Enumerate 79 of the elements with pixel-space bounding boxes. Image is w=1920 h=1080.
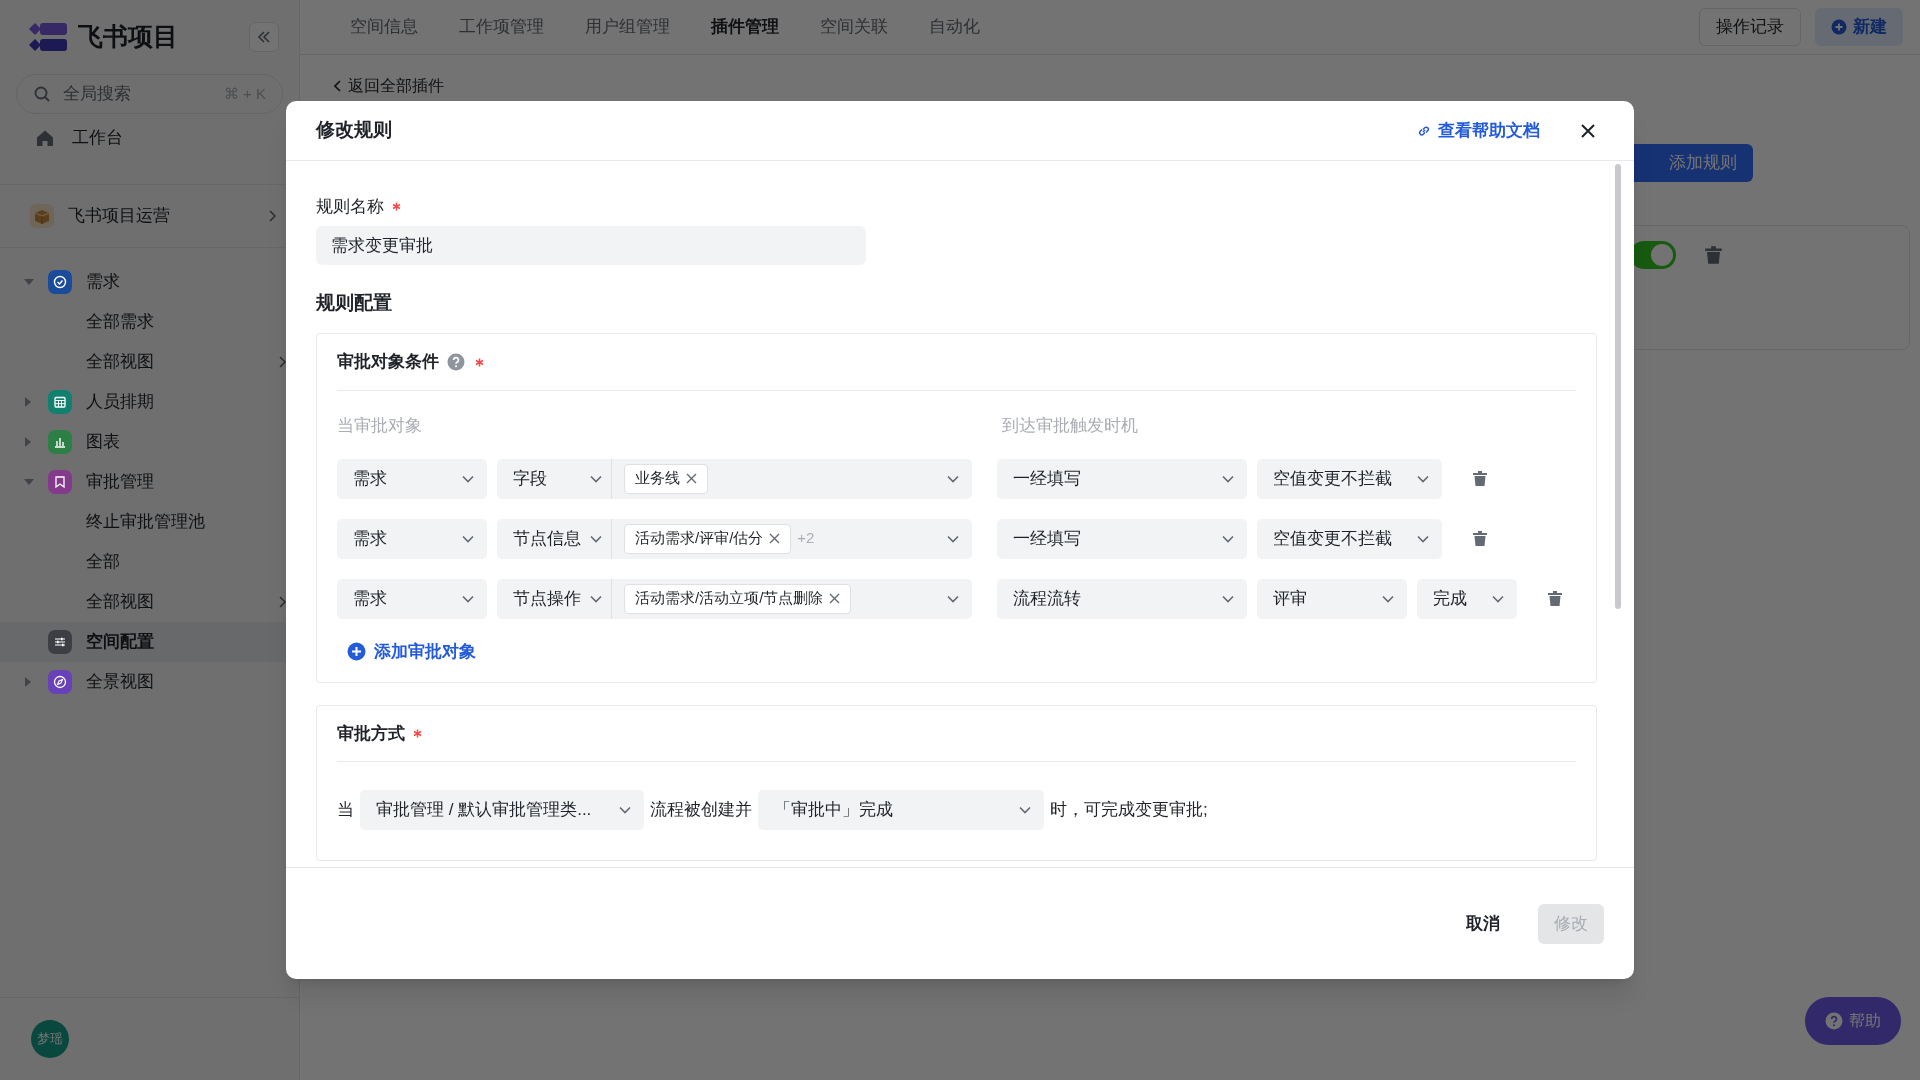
link-icon	[1417, 123, 1431, 138]
sidebar-item[interactable]: 需求	[0, 262, 299, 302]
object-dropdown[interactable]: 需求	[337, 518, 487, 559]
new-button[interactable]: 新建	[1815, 8, 1903, 46]
required-mark	[413, 729, 422, 738]
back-link[interactable]: 返回全部插件	[334, 74, 444, 98]
sidebar-item[interactable]: 全景视图	[0, 662, 299, 702]
history-button[interactable]: 操作记录	[1699, 8, 1801, 46]
trigger-dropdown[interactable]: 一经填写	[997, 518, 1247, 559]
home-icon	[36, 129, 54, 147]
condition-dropdown[interactable]: 节点操作 活动需求/活动立项/节点删除	[497, 578, 972, 619]
remove-icon[interactable]	[829, 593, 841, 604]
sidebar-subitem[interactable]: 全部视图	[0, 582, 299, 622]
sidebar-item[interactable]: 审批管理	[0, 462, 299, 502]
tag: 活动需求/活动立项/节点删除	[624, 583, 852, 614]
user-avatar[interactable]: 梦瑶	[31, 1020, 69, 1058]
help-icon	[1825, 1012, 1843, 1030]
top-tab[interactable]: 用户组管理	[585, 14, 670, 40]
object-dropdown[interactable]: 需求	[337, 578, 487, 619]
trigger-dropdown[interactable]: 流程流转	[997, 578, 1247, 619]
trigger-dropdown[interactable]: 空值变更不拦截	[1257, 458, 1442, 499]
help-button[interactable]: 帮助	[1805, 997, 1901, 1045]
trash-icon[interactable]	[1547, 590, 1563, 607]
trash-icon[interactable]	[1472, 470, 1488, 487]
required-mark	[475, 357, 484, 367]
object-dropdown[interactable]: 需求	[337, 458, 487, 499]
top-tab[interactable]: 工作项管理	[459, 14, 544, 40]
remove-icon[interactable]	[769, 533, 781, 544]
chevron-right-icon	[267, 209, 277, 223]
sentence-text: 时，可完成变更审批;	[1050, 799, 1208, 822]
trigger-dropdown[interactable]: 完成	[1417, 578, 1517, 619]
condition-dropdown[interactable]: 字段 业务线	[497, 458, 972, 499]
trash-icon[interactable]	[1472, 530, 1488, 547]
tag: 活动需求/评审/估分	[624, 523, 792, 554]
help-icon[interactable]	[447, 353, 465, 371]
section-title: 规则配置	[316, 290, 393, 315]
rule-name-field[interactable]: 需求变更审批	[316, 225, 866, 265]
trash-icon[interactable]	[1704, 245, 1723, 265]
condition-dropdown[interactable]: 节点信息 活动需求/评审/估分 +2	[497, 518, 972, 559]
tag: 业务线	[624, 463, 708, 494]
add-object-button[interactable]: 添加审批对象	[347, 638, 476, 664]
close-icon[interactable]	[1580, 122, 1596, 139]
top-tab[interactable]: 空间关联	[820, 14, 888, 40]
search-icon	[33, 85, 51, 103]
sentence-text: 流程被创建并	[650, 799, 752, 822]
workflow-dropdown[interactable]: 审批管理 / 默认审批管理类...	[360, 790, 644, 830]
panel-title: 审批方式	[337, 722, 405, 745]
column-header: 到达审批触发时机	[1002, 415, 1138, 437]
chevron-left-icon	[334, 80, 342, 92]
collapse-button[interactable]	[249, 22, 279, 52]
trigger-dropdown[interactable]: 评审	[1257, 578, 1407, 619]
plus-icon	[1831, 19, 1847, 35]
cancel-button[interactable]: 取消	[1448, 903, 1518, 944]
dialog-title: 修改规则	[316, 118, 392, 143]
top-tab[interactable]: 插件管理	[711, 14, 779, 40]
top-tab[interactable]: 自动化	[929, 14, 980, 40]
required-mark	[392, 202, 401, 212]
space-icon	[30, 204, 54, 228]
panel-title: 审批对象条件	[337, 351, 439, 374]
sidebar-subitem[interactable]: 全部视图	[0, 342, 299, 382]
search-input[interactable]: 全局搜索	[63, 75, 212, 113]
state-dropdown[interactable]: 「审批中」完成	[758, 790, 1044, 830]
top-tab[interactable]: 空间信息	[350, 14, 418, 40]
trigger-dropdown[interactable]: 空值变更不拦截	[1257, 518, 1442, 559]
workbench-label: 工作台	[72, 127, 123, 150]
more-count: +2	[797, 528, 815, 549]
sidebar-item[interactable]: 图表	[0, 422, 299, 462]
logo-icon	[28, 22, 68, 52]
remove-icon[interactable]	[686, 473, 697, 484]
trigger-dropdown[interactable]: 一经填写	[997, 458, 1247, 499]
sidebar-item[interactable]: 人员排期	[0, 382, 299, 422]
plus-icon	[347, 641, 366, 661]
sentence-text: 当	[337, 799, 354, 822]
space-name[interactable]: 飞书项目运营	[68, 203, 170, 229]
column-header: 当审批对象	[337, 415, 423, 437]
help-doc-link[interactable]: 查看帮助文档	[1417, 117, 1540, 144]
app-logo-text: 飞书项目	[78, 21, 178, 53]
double-chevron-left-icon	[257, 31, 271, 43]
field-label: 规则名称	[316, 196, 384, 218]
